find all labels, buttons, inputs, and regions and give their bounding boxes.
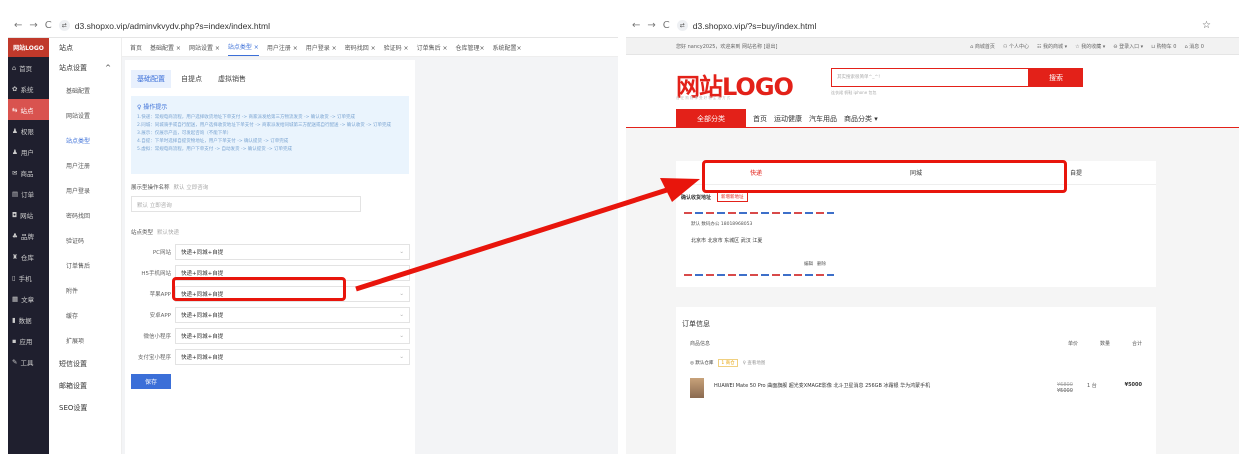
arrow-head bbox=[660, 178, 700, 202]
annotation-arrow bbox=[355, 178, 700, 292]
arrow-shaft bbox=[355, 186, 671, 292]
